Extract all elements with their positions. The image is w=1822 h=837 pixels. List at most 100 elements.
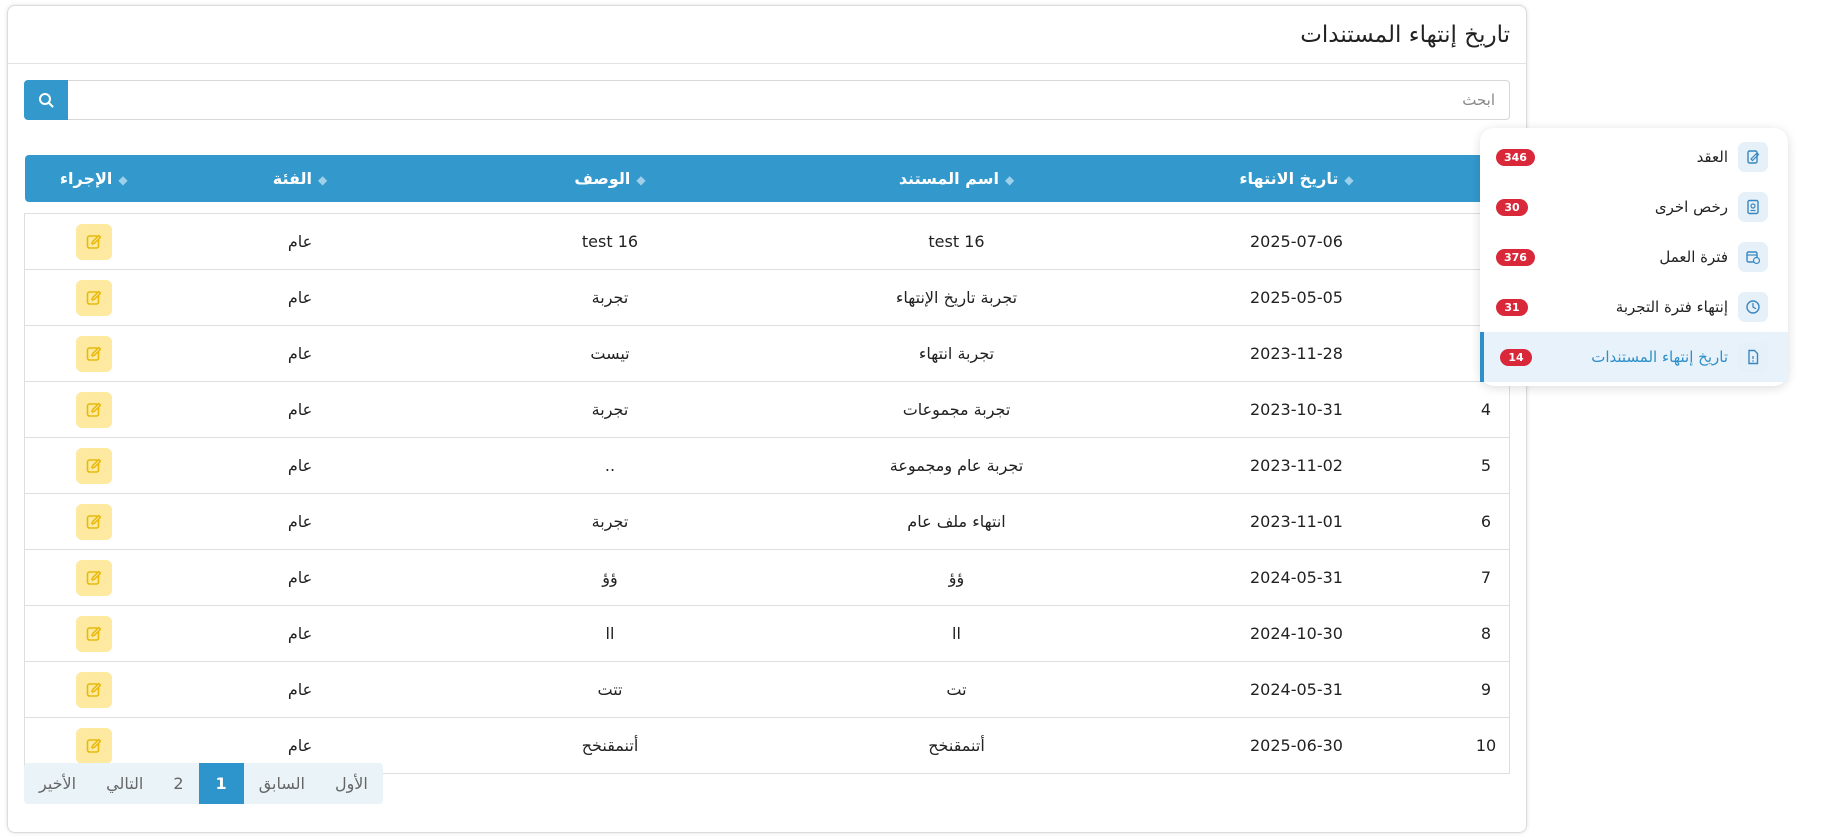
table-row: 32023-11-28تجربة انتهاءتيستعام [24,325,1510,382]
description-cell: تتت [437,661,783,718]
pagination-page-2[interactable]: 2 [158,763,198,804]
sidebar-menu: العقد 346 رخص اخرى 30 فترة العمل 376 إنت… [1480,128,1788,386]
edit-button[interactable] [76,615,112,652]
category-cell: عام [163,605,437,662]
search-button[interactable] [24,80,68,120]
table-row: 6 2023-11-01 انتهاء ملف عام تجربة عام [24,493,1510,550]
document-name-cell: انتهاء ملف عام [783,493,1130,550]
pagination-prev[interactable]: السابق [244,763,320,804]
description-cell: تجربة [437,381,783,438]
document-icon [1738,342,1768,372]
table-row: 9 2024-05-31 تت تتت عام [24,661,1510,718]
expiry-date-cell: 2023-11-02 [1130,437,1463,494]
column-header-category[interactable]: ◆الفئة [163,155,437,202]
documents-table: # ◆تاريخ الانتهاء ◆اسم المستند ◆الوصف ◆ا… [24,155,1510,774]
expiry-date-cell: 2025-07-06 [1130,213,1463,270]
table-row: 7 2024-05-31 ؤؤ ؤؤ عام [24,549,1510,606]
sort-icon: ◆ [318,172,328,187]
edit-button[interactable] [76,391,112,428]
table-row: 5 2023-11-02 تجربة عام ومجموعة.. عام [24,437,1510,494]
category-cell: عام [163,549,437,606]
column-header-description[interactable]: ◆الوصف [437,155,783,202]
page-title: تاريخ إنتهاء المستندات [1300,21,1510,48]
edit-button[interactable] [76,447,112,484]
row-number: 4 [1463,381,1510,438]
table-row: 12025-07-06test 16test 16عام [24,213,1510,270]
edit-icon [86,290,102,305]
edit-button[interactable] [76,671,112,708]
description-cell: test 16 [437,213,783,270]
edit-button[interactable] [76,559,112,596]
license-icon [1738,192,1768,222]
action-cell [24,549,163,606]
edit-icon [86,626,102,641]
edit-icon [86,402,102,417]
document-name-cell: تجربة انتهاء [783,325,1130,382]
action-cell [24,605,163,662]
category-cell: عام [163,493,437,550]
calendar-clock-icon [1738,242,1768,272]
sort-icon: ◆ [118,172,128,187]
document-name-cell: test 16 [783,213,1130,270]
expiry-date-cell: 2024-05-31 [1130,549,1463,606]
edit-icon [86,570,102,585]
row-number: 8 [1463,605,1510,662]
category-cell: عام [163,437,437,494]
count-badge: 30 [1496,198,1528,216]
column-header-expiry-date[interactable]: ◆تاريخ الانتهاء [1130,155,1463,202]
action-cell [24,213,163,270]
category-cell: عام [163,325,437,382]
pagination: الأول السابق 1 2 التالي الأخير [24,763,383,804]
row-number: 10 [1463,717,1510,774]
table-row: 4 2023-10-31 تجربة مجموعات تجربة عام [24,381,1510,438]
row-number: 5 [1463,437,1510,494]
edit-button[interactable] [76,503,112,540]
action-cell [24,493,163,550]
category-cell: عام [163,269,437,326]
expiry-date-cell: 2024-10-30 [1130,605,1463,662]
expiry-date-cell: 2023-11-28 [1130,325,1463,382]
pagination-page-1[interactable]: 1 [198,763,244,804]
sidebar-item-probation-end[interactable]: إنتهاء فترة التجربة 31 [1480,282,1788,332]
sidebar-item-contract[interactable]: العقد 346 [1480,132,1788,182]
edit-button[interactable] [76,727,112,764]
expiry-date-cell: 2023-11-01 [1130,493,1463,550]
count-badge: 14 [1500,348,1532,366]
sort-icon: ◆ [636,172,646,187]
description-cell: تجربة [437,269,783,326]
action-cell [24,661,163,718]
edit-icon [86,514,102,529]
column-header-document-name[interactable]: ◆اسم المستند [783,155,1130,202]
edit-icon [86,346,102,361]
card-header: تاريخ إنتهاء المستندات [8,6,1526,64]
clock-icon [1738,292,1768,322]
edit-button[interactable] [76,279,112,316]
document-name-cell: تجربة تاريخ الإنتهاء [783,269,1130,326]
edit-icon [86,234,102,249]
sidebar-item-other-licenses[interactable]: رخص اخرى 30 [1480,182,1788,232]
table-row: 8 2024-10-30 ll ll عام [24,605,1510,662]
description-cell: تجربة [437,493,783,550]
action-cell [24,325,163,382]
description-cell: أتنمقنخح [437,717,783,774]
edit-button[interactable] [76,335,112,372]
action-cell [24,381,163,438]
pagination-next[interactable]: التالي [91,763,158,804]
document-name-cell: أتنمقنخح [783,717,1130,774]
edit-button[interactable] [76,223,112,260]
sidebar-item-work-period[interactable]: فترة العمل 376 [1480,232,1788,282]
category-cell: عام [163,213,437,270]
search-bar [24,80,1510,120]
pagination-first[interactable]: الأول [320,763,383,804]
search-input[interactable] [68,80,1510,120]
sidebar-item-document-expiry[interactable]: تاريخ إنتهاء المستندات 14 [1480,332,1788,382]
column-header-action[interactable]: ◆الإجراء [24,155,163,202]
main-card: تاريخ إنتهاء المستندات # ◆تاريخ الانتهاء… [7,5,1527,833]
description-cell: تيست [437,325,783,382]
sort-icon: ◆ [1344,172,1354,187]
sort-icon: ◆ [1004,172,1015,187]
pagination-last[interactable]: الأخير [24,763,91,804]
edit-icon [86,682,102,697]
document-name-cell: ؤؤ [783,549,1130,606]
row-number: 9 [1463,661,1510,718]
